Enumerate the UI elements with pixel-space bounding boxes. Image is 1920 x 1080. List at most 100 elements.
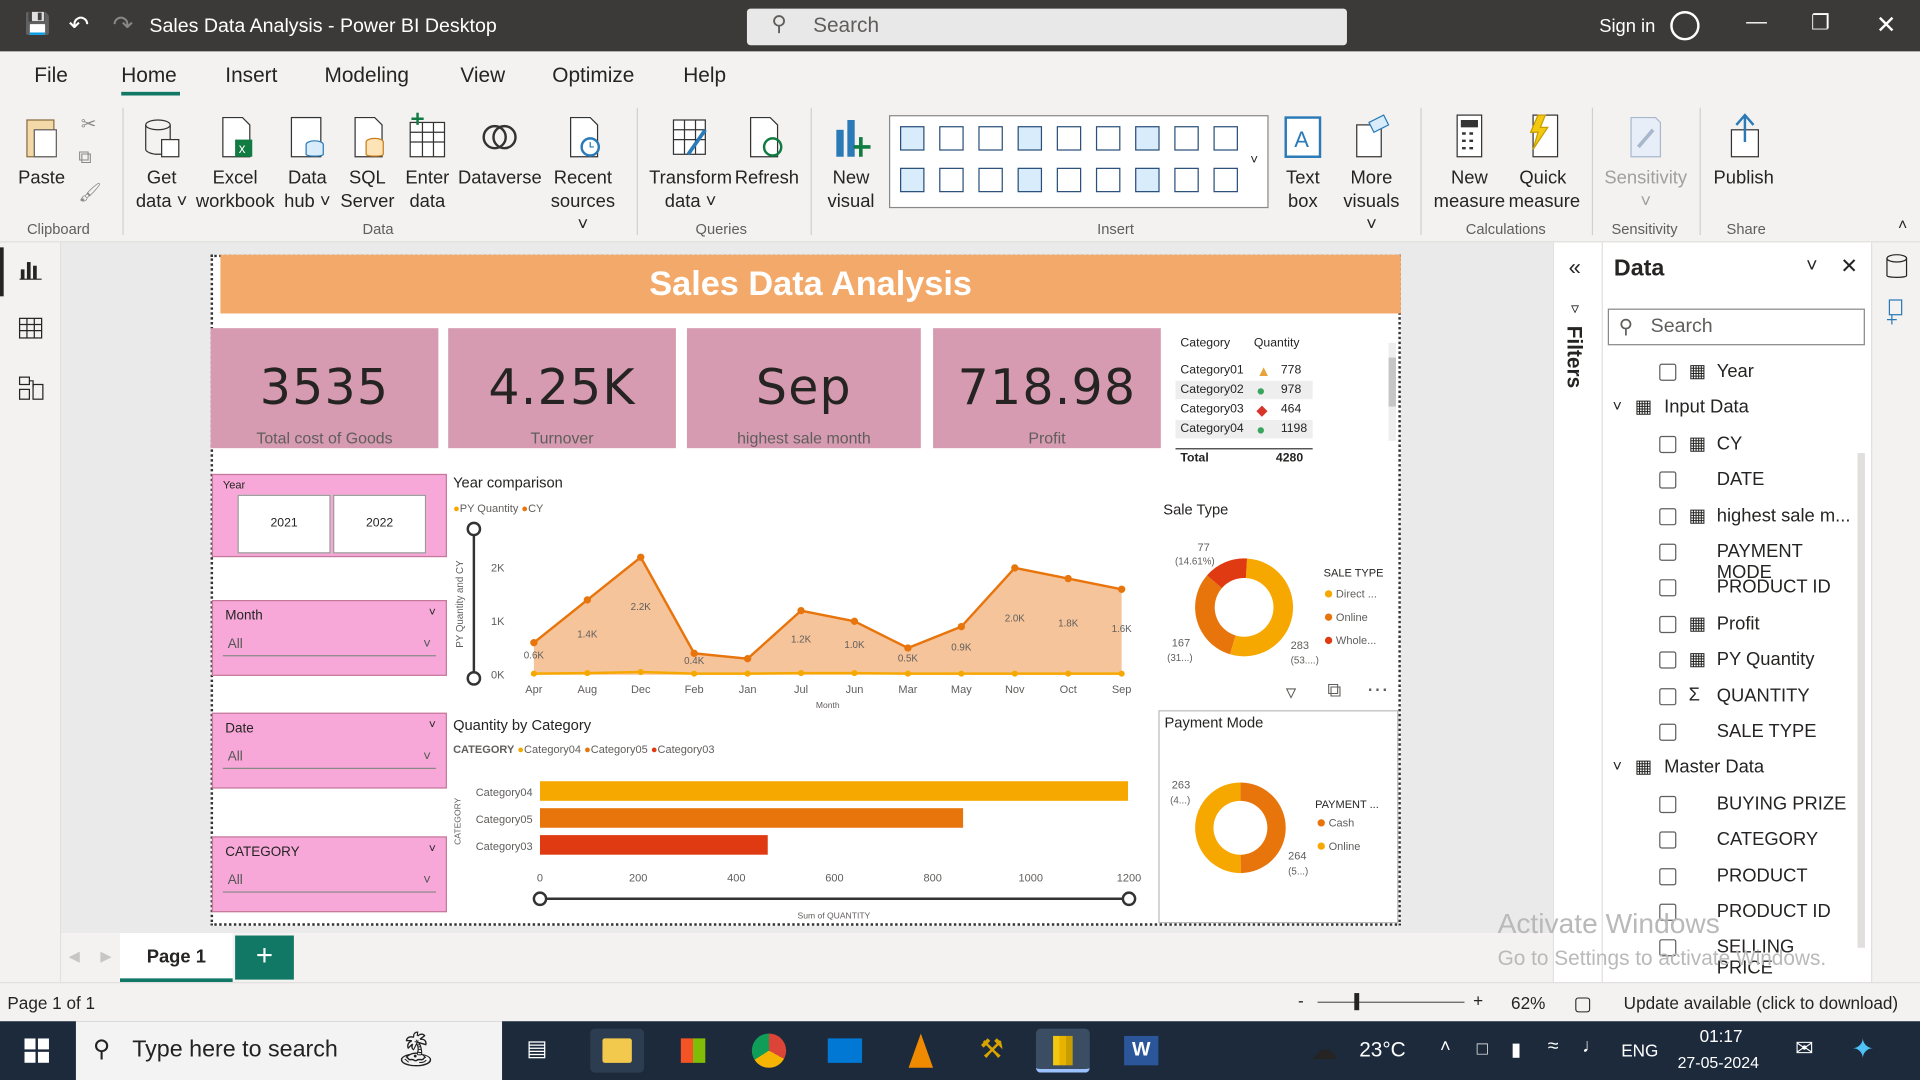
minimize-icon[interactable]: —: [1746, 10, 1767, 34]
card-icon[interactable]: [1095, 167, 1121, 193]
collapse-ribbon-icon[interactable]: ˄: [1898, 216, 1907, 234]
menu-modeling[interactable]: Modeling: [324, 64, 408, 88]
field-checkbox[interactable]: [1659, 435, 1677, 453]
device-icon[interactable]: □: [1477, 1038, 1488, 1059]
field-item[interactable]: PRODUCT ID: [1603, 574, 1854, 606]
menu-optimize[interactable]: Optimize: [552, 64, 634, 88]
ribbon-chart-icon[interactable]: [1095, 126, 1121, 151]
zoom-slider-thumb[interactable]: [1354, 993, 1360, 1011]
undo-icon[interactable]: ↶: [69, 10, 90, 41]
field-item[interactable]: ▦ Year: [1603, 358, 1854, 390]
weather-icon[interactable]: ☁: [1310, 1035, 1337, 1067]
field-checkbox[interactable]: [1659, 867, 1677, 885]
field-checkbox[interactable]: [1659, 543, 1677, 561]
account-icon[interactable]: [1670, 11, 1700, 41]
multirow-card-icon[interactable]: [1135, 167, 1160, 193]
column-chart-icon[interactable]: [1017, 126, 1043, 151]
model-view-icon[interactable]: [18, 375, 45, 402]
treemap-icon[interactable]: [978, 167, 1003, 193]
refresh-button[interactable]: Refresh: [735, 113, 799, 190]
donut-chart-icon[interactable]: [939, 167, 964, 193]
field-checkbox[interactable]: [1659, 363, 1677, 381]
field-checkbox[interactable]: [1659, 651, 1677, 669]
date-dropdown[interactable]: All ˅: [222, 746, 436, 769]
year-option-2022[interactable]: 2022: [333, 494, 427, 554]
sensitivity-button[interactable]: Sensitivity ˅: [1602, 113, 1690, 213]
table-icon[interactable]: [1174, 167, 1199, 193]
category-table[interactable]: Category Quantity Category01 ▲ 778 Category…: [1173, 333, 1398, 468]
field-checkbox[interactable]: [1659, 687, 1677, 705]
field-checkbox[interactable]: [1659, 615, 1677, 633]
year-option-2021[interactable]: 2021: [237, 494, 331, 554]
field-item[interactable]: BUYING PRIZE: [1603, 790, 1854, 822]
task-view-icon[interactable]: ▤: [527, 1036, 548, 1062]
table-row[interactable]: Category03 ◆ 464: [1176, 400, 1313, 419]
field-item[interactable]: ▦ PY Quantity: [1603, 646, 1854, 678]
volume-icon[interactable]: ♩: [1582, 1036, 1602, 1058]
gauge-icon[interactable]: [1056, 167, 1082, 193]
taskbar-search-input[interactable]: ⚲ Type here to search 🏝: [75, 1021, 503, 1080]
field-checkbox[interactable]: [1659, 471, 1677, 489]
data-hub-button[interactable]: Data hub ˅: [279, 113, 335, 213]
more-visuals-button[interactable]: More visuals ˅: [1337, 113, 1406, 237]
temperature[interactable]: 23°C: [1359, 1038, 1406, 1062]
category-slicer[interactable]: CATEGORY ˅ All ˅: [211, 836, 447, 913]
bar-chart-icon[interactable]: [978, 126, 1003, 151]
combo-chart-icon[interactable]: [1056, 126, 1082, 151]
focus-mode-icon[interactable]: ⧉: [1327, 681, 1341, 703]
table-row[interactable]: Category04 ● 1198: [1175, 420, 1313, 439]
kpi-card-total-cost[interactable]: 3535 Total cost of Goods: [210, 328, 439, 449]
power-bi-icon[interactable]: [1035, 1028, 1090, 1073]
data-search-input[interactable]: ⚲ Search: [1607, 308, 1865, 346]
sql-server-button[interactable]: SQL Server: [340, 113, 395, 213]
month-dropdown[interactable]: All ˅: [222, 633, 436, 657]
publish-button[interactable]: Publish: [1709, 113, 1778, 190]
year-comparison-chart[interactable]: PY Quantity and CY 2K 1K 0K 0.6K 1.4K 2.2K 0.4K…: [448, 519, 1158, 715]
year-slicer[interactable]: Year 2021 2022: [211, 473, 447, 558]
field-item[interactable]: DATE: [1603, 466, 1854, 498]
field-item[interactable]: PRODUCT: [1603, 862, 1854, 894]
filters-label[interactable]: Filters: [1561, 326, 1585, 388]
map-icon[interactable]: [1017, 167, 1043, 193]
table-scrollbar[interactable]: [1388, 342, 1396, 441]
notifications-icon[interactable]: ✉: [1795, 1036, 1813, 1062]
zoom-slider[interactable]: [1317, 1001, 1465, 1003]
zoom-in-button[interactable]: +: [1473, 991, 1483, 1011]
table-view-icon[interactable]: [18, 316, 43, 340]
menu-insert[interactable]: Insert: [225, 64, 277, 88]
field-item[interactable]: ▦ Profit: [1603, 610, 1854, 642]
transform-data-button[interactable]: Transform data ˅: [649, 113, 732, 213]
field-item[interactable]: SALE TYPE: [1603, 718, 1854, 750]
visualizations-gallery[interactable]: ˅: [888, 115, 1269, 209]
scroll-right-icon[interactable]: ▶: [100, 948, 111, 965]
dataverse-button[interactable]: Dataverse: [458, 113, 542, 190]
field-checkbox[interactable]: [1659, 795, 1677, 813]
line-chart-icon[interactable]: [1135, 126, 1160, 151]
expand-icon[interactable]: «: [1569, 255, 1581, 281]
clock-date[interactable]: 27-05-2024: [1678, 1053, 1759, 1071]
table-row[interactable]: Category01 ▲ 778: [1176, 361, 1313, 379]
field-checkbox[interactable]: [1659, 831, 1677, 849]
copy-icon[interactable]: ⧉: [78, 147, 91, 168]
chevron-down-icon[interactable]: ˅: [1613, 757, 1622, 775]
sale-type-chart[interactable]: 77 (14.61%) 167 (31...) 283 (53....) SALE TYPE…: [1161, 527, 1401, 680]
chevron-down-icon[interactable]: ˅: [429, 719, 436, 732]
clock-time[interactable]: 01:17: [1700, 1026, 1743, 1046]
redo-icon[interactable]: ↷: [113, 10, 134, 41]
update-available-link[interactable]: Update available (click to download): [1624, 993, 1898, 1013]
data-pane-icon[interactable]: [1885, 252, 1909, 281]
quick-measure-button[interactable]: Quick measure: [1509, 113, 1580, 213]
report-view-icon[interactable]: [18, 257, 42, 281]
chevron-down-icon[interactable]: ˅: [429, 842, 436, 855]
new-measure-button[interactable]: New measure: [1430, 113, 1508, 213]
table-group[interactable]: ˅ ▦ Input Data: [1603, 394, 1854, 426]
word-icon[interactable]: W: [1114, 1029, 1168, 1073]
chevron-down-icon[interactable]: ˅: [1613, 397, 1622, 415]
field-checkbox[interactable]: [1659, 723, 1677, 741]
search-input[interactable]: ⚲ Search: [746, 8, 1347, 46]
add-page-button[interactable]: +: [235, 935, 294, 980]
field-checkbox[interactable]: [1659, 579, 1677, 597]
paste-button[interactable]: Paste: [15, 113, 69, 190]
more-options-icon[interactable]: ⋯: [1367, 677, 1389, 703]
chevron-down-icon[interactable]: ˅: [1250, 153, 1258, 168]
